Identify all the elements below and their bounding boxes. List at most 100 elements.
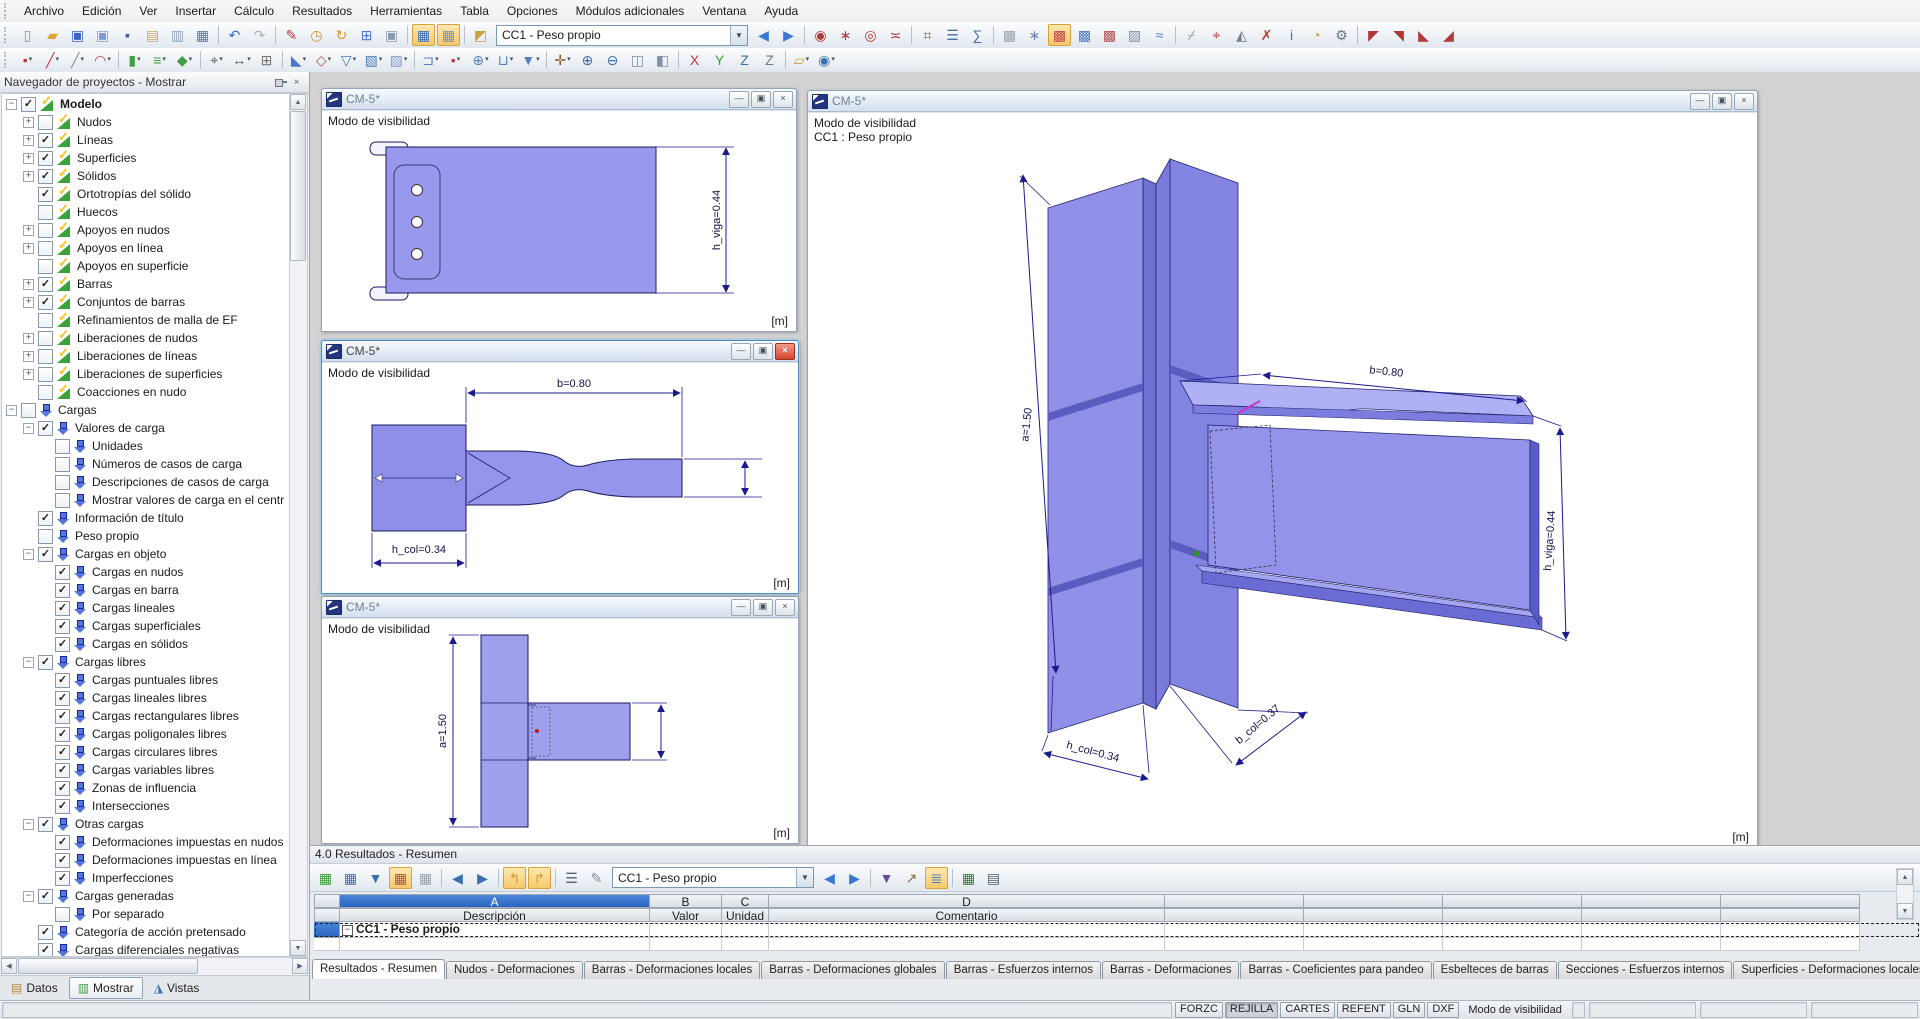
checkbox[interactable] xyxy=(38,385,53,400)
collapse-icon[interactable]: − xyxy=(6,405,17,416)
window-title-bar[interactable]: CM-5* — ▣ × xyxy=(322,89,796,110)
table-cell-empty[interactable] xyxy=(1443,938,1582,951)
table-result-filter-icon[interactable]: ▦ xyxy=(389,867,412,889)
table-view-mode-icon[interactable]: ☰ xyxy=(560,867,583,889)
checkbox[interactable]: ✓ xyxy=(38,295,53,310)
dimension-tool-icon[interactable]: ↔▾ xyxy=(230,49,253,71)
checkbox[interactable] xyxy=(38,259,53,274)
clipboard-icon[interactable]: ▤ xyxy=(141,24,164,46)
result-to-model-icon[interactable]: ↗ xyxy=(900,867,923,889)
tree-item-mostrar-valores-de-carga-en-el-centr[interactable]: Mostrar valores de carga en el centr xyxy=(2,491,290,509)
tree-item-zonas-de-influencia[interactable]: ✓Zonas de influencia xyxy=(2,779,290,797)
model-info-icon[interactable]: i xyxy=(1280,24,1303,46)
results-tab-nudos-deformaciones[interactable]: Nudos - Deformaciones xyxy=(446,961,583,979)
load-case-flag-3-icon[interactable]: ◣ xyxy=(1412,24,1435,46)
column-next-icon[interactable]: ▶ xyxy=(471,867,494,889)
view-isometric-icon[interactable]: ◫ xyxy=(626,49,649,71)
insert-solid-icon[interactable]: ▧▾ xyxy=(362,49,385,71)
open-folder-icon[interactable]: ▰ xyxy=(41,24,64,46)
load-case-flag-1-icon[interactable]: ◤ xyxy=(1362,24,1385,46)
insert-member-icon[interactable]: ▮▾ xyxy=(123,49,146,71)
results-tab-barras-esfuerzos-internos[interactable]: Barras - Esfuerzos internos xyxy=(946,961,1101,979)
expand-icon[interactable]: + xyxy=(23,135,34,146)
insert-line-icon[interactable]: ╱▾ xyxy=(41,49,64,71)
redo-icon[interactable]: ↷ xyxy=(248,24,271,46)
pan-tool-icon[interactable]: ◉▾ xyxy=(815,49,838,71)
tree-item-numeros-de-casos-de-carga[interactable]: Números de casos de carga xyxy=(2,455,290,473)
work-plane-icon[interactable]: ▱▾ xyxy=(790,49,813,71)
checkbox[interactable] xyxy=(38,367,53,382)
tree-vertical-scrollbar[interactable]: ▲ ▼ xyxy=(289,94,307,956)
jump-result-table-icon[interactable]: ↱ xyxy=(528,867,551,889)
expand-icon[interactable]: + xyxy=(23,171,34,182)
table-cell[interactable] xyxy=(769,922,1165,938)
show-results-icon[interactable]: ◉ xyxy=(809,24,832,46)
checkbox[interactable]: ✓ xyxy=(55,835,70,850)
table-cell-empty[interactable] xyxy=(1443,922,1582,938)
scroll-right-icon[interactable]: ▶ xyxy=(292,958,308,974)
column-prev-icon[interactable]: ◀ xyxy=(446,867,469,889)
guide-lines-icon[interactable]: ⊞ xyxy=(255,49,278,71)
chevron-down-icon[interactable]: ▾ xyxy=(162,50,166,70)
minimize-icon[interactable]: — xyxy=(1690,93,1710,110)
checkbox[interactable] xyxy=(38,349,53,364)
expand-icon[interactable]: + xyxy=(23,225,34,236)
tree-item-peso-propio[interactable]: Peso propio xyxy=(2,527,290,545)
print-table-icon[interactable]: ▤ xyxy=(982,867,1005,889)
menu-modulos-adicionales[interactable]: Módulos adicionales xyxy=(567,0,694,22)
table-cell-empty[interactable] xyxy=(1721,922,1860,938)
new-file-icon[interactable]: ▯ xyxy=(16,24,39,46)
chevron-down-icon[interactable]: ▾ xyxy=(831,50,835,70)
undo-icon[interactable]: ↶ xyxy=(223,24,246,46)
collapse-icon[interactable]: − xyxy=(23,657,34,668)
checkbox[interactable]: ✓ xyxy=(55,709,70,724)
results-tab-barras-coeficientes-para-pandeo[interactable]: Barras - Coeficientes para pandeo xyxy=(1240,961,1431,979)
tree-item-cargas-variables-libres[interactable]: ✓Cargas variables libres xyxy=(2,761,290,779)
table-export-icon[interactable]: ▦ xyxy=(314,867,337,889)
mesh-quality-icon[interactable]: ▩ xyxy=(1073,24,1096,46)
checkbox[interactable]: ✓ xyxy=(55,799,70,814)
calculate-all-icon[interactable]: ∑ xyxy=(966,24,989,46)
tree-item-ortotropias-del-solido[interactable]: ✓Ortotropías del sólido xyxy=(2,185,290,203)
mirror-model-icon[interactable]: ◭ xyxy=(1230,24,1253,46)
render-canvas-3d[interactable]: Modo de visibilidad CC1 : Peso propio xyxy=(808,112,1757,845)
table-cell[interactable] xyxy=(722,922,769,938)
zoom-out-icon[interactable]: ⊖ xyxy=(601,49,624,71)
center-gravity-icon[interactable]: ⌖ xyxy=(1205,24,1228,46)
scroll-up-icon[interactable]: ▲ xyxy=(290,94,306,110)
drawing-canvas[interactable]: Modo de visibilidad h_viga=0.44 [m] xyxy=(322,110,796,331)
tree-item-cargas-rectangulares-libres[interactable]: ✓Cargas rectangulares libres xyxy=(2,707,290,725)
new-window-icon[interactable]: ▣ xyxy=(380,24,403,46)
checkbox[interactable]: ✓ xyxy=(55,763,70,778)
insert-node-icon[interactable]: •▾ xyxy=(16,49,39,71)
table-cell-empty[interactable] xyxy=(769,938,1165,951)
zoom-history-icon[interactable]: ◷ xyxy=(305,24,328,46)
go-forward-icon[interactable]: ▶ xyxy=(777,24,800,46)
tree-item-descripciones-de-casos-de-carga[interactable]: Descripciones de casos de carga xyxy=(2,473,290,491)
mesh-flow-icon[interactable]: ≈ xyxy=(1148,24,1171,46)
checkbox[interactable]: ✓ xyxy=(38,133,53,148)
checkbox[interactable]: ✓ xyxy=(55,727,70,742)
scroll-down-icon[interactable]: ▼ xyxy=(290,940,306,956)
checkbox[interactable] xyxy=(38,115,53,130)
delete-results-icon[interactable]: ✗ xyxy=(1255,24,1278,46)
chevron-down-icon[interactable]: ▾ xyxy=(303,50,307,70)
show-tables-icon[interactable]: ▦ xyxy=(412,24,435,46)
column-header-unidad[interactable]: Unidad xyxy=(722,908,769,922)
tree-item-cargas-poligonales-libres[interactable]: ✓Cargas poligonales libres xyxy=(2,725,290,743)
window-title-bar[interactable]: CM-5* — ▣ × xyxy=(808,91,1757,112)
checkbox[interactable]: ✓ xyxy=(38,889,53,904)
calculation-params-icon[interactable]: ☰ xyxy=(941,24,964,46)
menu-ventana[interactable]: Ventana xyxy=(693,0,755,22)
row-header-cell[interactable] xyxy=(314,922,340,938)
tree-item-apoyos-en-superficie[interactable]: Apoyos en superficie xyxy=(2,257,290,275)
mesh-refine-icon[interactable]: ▩ xyxy=(1098,24,1121,46)
menu-herramientas[interactable]: Herramientas xyxy=(361,0,451,22)
checkbox[interactable]: ✓ xyxy=(55,691,70,706)
table-download-icon[interactable]: ▼ xyxy=(364,867,387,889)
tree-item-cargas-circulares-libres[interactable]: ✓Cargas circulares libres xyxy=(2,743,290,761)
column-header-b[interactable]: B xyxy=(650,894,722,908)
checkbox[interactable]: ✓ xyxy=(55,745,70,760)
insert-support-icon[interactable]: ◣▾ xyxy=(287,49,310,71)
generate-load-icon[interactable]: ▼▾ xyxy=(519,49,542,71)
